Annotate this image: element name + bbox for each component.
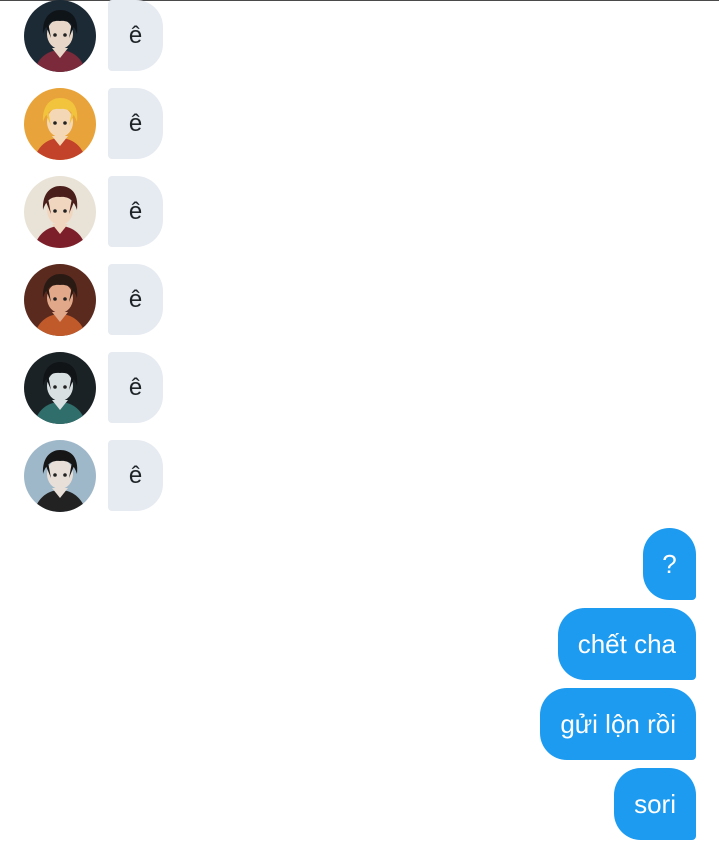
message-bubble-incoming[interactable]: ê [108,0,163,71]
message-bubble-incoming[interactable]: ê [108,264,163,335]
message-bubble-outgoing[interactable]: chết cha [557,608,696,680]
message-bubble-incoming[interactable]: ê [108,440,163,511]
message-bubble-outgoing[interactable]: sori [614,768,696,840]
message-bubble-incoming[interactable]: ê [108,88,163,159]
message-bubble-incoming[interactable]: ê [108,352,163,423]
user-avatar-icon[interactable] [24,0,96,72]
message-bubble-outgoing[interactable]: gửi lộn rồi [540,688,696,760]
user-avatar-icon[interactable] [24,88,96,160]
user-avatar-icon[interactable] [24,352,96,424]
user-avatar-icon[interactable] [24,440,96,512]
user-avatar-icon[interactable] [24,176,96,248]
user-avatar-icon[interactable] [24,264,96,336]
message-bubble-outgoing[interactable]: ? [643,528,696,600]
message-bubble-incoming[interactable]: ê [108,176,163,247]
